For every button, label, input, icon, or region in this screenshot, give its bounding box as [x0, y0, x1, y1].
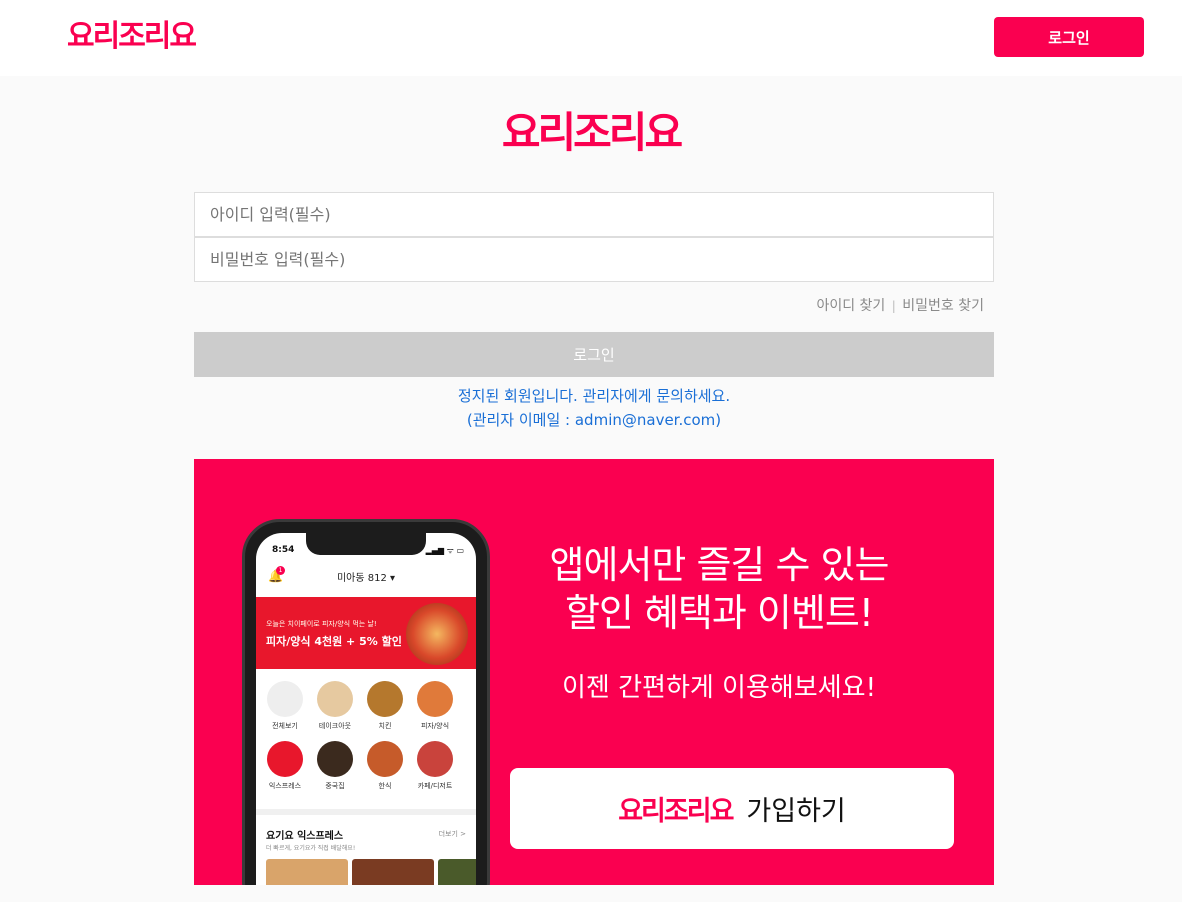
category-label: 테이크아웃: [318, 722, 352, 730]
brand-logo[interactable]: 요리조리요: [67, 18, 197, 56]
phone-notch: [306, 533, 426, 555]
app-promo-banner: 8:54 ▂▄▆ ᯤ ▭ 🔔 1 미아동 812 ▾ 오늘은 치이페이로 피자/…: [194, 459, 994, 885]
category-icon: [317, 741, 353, 777]
app-section-title: 요기요 익스프레스: [266, 831, 344, 842]
headline-line-1: 앱에서만 즐길 수 있는: [549, 543, 890, 587]
banner-headline: 앱에서만 즐길 수 있는 할인 혜택과 이벤트!: [494, 541, 944, 637]
app-category: 한식: [360, 741, 410, 791]
category-icon: [317, 681, 353, 717]
header-login-button[interactable]: 로그인: [994, 17, 1144, 57]
category-icon: [417, 741, 453, 777]
link-separator: |: [891, 299, 896, 313]
category-icon: [417, 681, 453, 717]
food-thumbnail: [352, 859, 434, 885]
user-id-input[interactable]: [194, 192, 994, 237]
app-category: 익스프레스: [260, 741, 310, 791]
category-label: 전체보기: [272, 722, 298, 730]
app-category: 치킨: [360, 681, 410, 731]
find-id-link[interactable]: 아이디 찾기: [816, 298, 885, 314]
app-category: 테이크아웃: [310, 681, 360, 731]
phone-mockup: 8:54 ▂▄▆ ᯤ ▭ 🔔 1 미아동 812 ▾ 오늘은 치이페이로 피자/…: [242, 519, 490, 885]
login-submit-button[interactable]: 로그인: [194, 332, 994, 377]
banner-subline: 이젠 간편하게 이용해보세요!: [562, 673, 876, 703]
status-time: 8:54: [272, 545, 295, 555]
app-category: 중국집: [310, 741, 360, 791]
food-thumbnail: [438, 859, 476, 885]
app-category: 카페/디저트: [410, 741, 460, 791]
category-icon: [267, 741, 303, 777]
app-promo-strip: 오늘은 치이페이로 피자/양식 먹는 날! 피자/양식 4천원 + 5% 할인: [256, 597, 476, 669]
category-label: 익스프레스: [268, 782, 302, 790]
category-label: 한식: [378, 782, 392, 790]
find-account-links: 아이디 찾기 | 비밀번호 찾기: [194, 296, 984, 316]
app-promo-subtext: 오늘은 치이페이로 피자/양식 먹는 날!: [266, 620, 377, 628]
category-label: 카페/디저트: [417, 782, 453, 790]
headline-line-2: 할인 혜택과 이벤트!: [564, 591, 874, 635]
app-category: 전체보기: [260, 681, 310, 731]
food-thumbnail: [266, 859, 348, 885]
pizza-image: [406, 603, 468, 665]
password-input[interactable]: [194, 237, 994, 282]
admin-email-message: (관리자 이메일 : admin@naver.com): [466, 411, 722, 429]
signup-button[interactable]: 요리조리요 가입하기: [510, 768, 954, 849]
login-logo: 요리조리요: [501, 108, 683, 157]
app-express-section: 요기요 익스프레스 더 빠르게, 요기요가 직접 배달해요! 더보기 >: [256, 809, 476, 885]
find-password-link[interactable]: 비밀번호 찾기: [902, 298, 984, 314]
signup-logo: 요리조리요: [618, 796, 734, 827]
app-category: 피자/양식: [410, 681, 460, 731]
category-icon: [367, 741, 403, 777]
app-section-subtitle: 더 빠르게, 요기요가 직접 배달해요!: [266, 845, 356, 852]
top-header: 요리조리요 로그인: [0, 0, 1182, 76]
category-icon: [267, 681, 303, 717]
category-label: 중국집: [325, 782, 345, 790]
app-location: 미아동 812 ▾: [336, 573, 396, 584]
app-promo-title: 피자/양식 4천원 + 5% 할인: [266, 635, 402, 648]
phone-screen: 8:54 ▂▄▆ ᯤ ▭ 🔔 1 미아동 812 ▾ 오늘은 치이페이로 피자/…: [256, 533, 476, 885]
signup-label: 가입하기: [746, 796, 846, 827]
app-section-more: 더보기 >: [438, 830, 466, 838]
category-label: 치킨: [378, 722, 392, 730]
category-icon: [367, 681, 403, 717]
signal-battery-icon: ▂▄▆ ᯤ ▭: [425, 546, 464, 555]
suspended-account-message: 정지된 회원입니다. 관리자에게 문의하세요.: [457, 387, 731, 405]
category-label: 피자/양식: [420, 722, 450, 730]
